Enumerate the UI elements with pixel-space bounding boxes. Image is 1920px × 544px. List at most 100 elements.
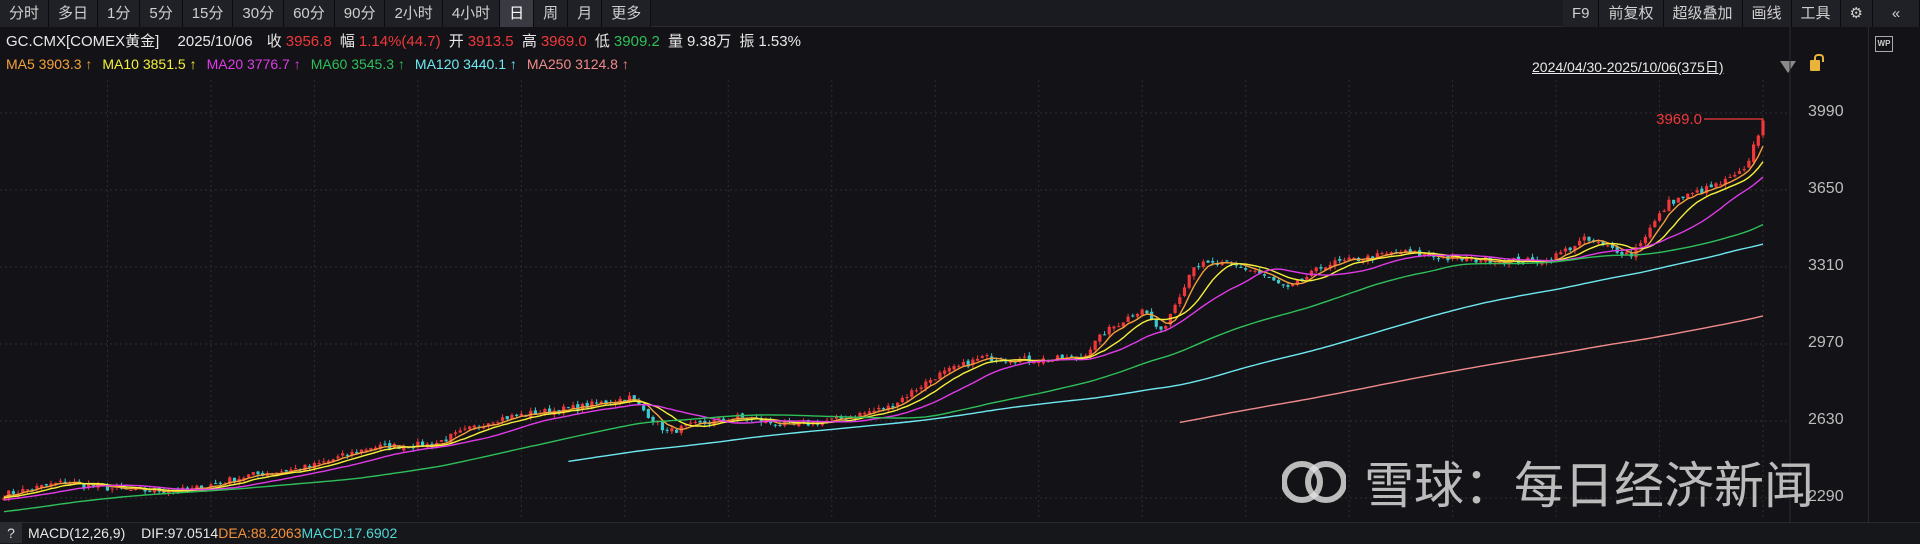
candle-body	[1338, 258, 1342, 261]
candle-body	[1182, 287, 1187, 296]
candle-body	[938, 372, 942, 380]
candle-body	[1225, 260, 1229, 262]
candle-body	[881, 408, 886, 410]
macd-value: MACD:17.6902	[301, 525, 398, 541]
candle-body	[1244, 268, 1248, 270]
candle-body	[1577, 240, 1582, 246]
candle-body	[1135, 313, 1140, 317]
candle-body	[957, 365, 961, 367]
candle-body	[289, 469, 293, 471]
candle-body	[877, 407, 881, 410]
candle-body	[1380, 253, 1384, 255]
candle-body	[1587, 236, 1591, 241]
candle-body	[458, 430, 462, 433]
candle-body	[1178, 297, 1182, 304]
candle-body	[1530, 257, 1535, 260]
watermark: 雪球：每日经济新闻	[1282, 446, 1814, 518]
y-tick-label: 3650	[1808, 180, 1844, 197]
candle-body	[1117, 326, 1121, 328]
candle-body	[58, 480, 63, 482]
candle-body	[985, 355, 989, 357]
candle-body	[773, 424, 777, 426]
candle-body	[256, 471, 260, 475]
candle-body	[1737, 171, 1742, 174]
candle-body	[952, 366, 956, 370]
candle-body	[1342, 259, 1347, 261]
candle-body	[1662, 210, 1666, 212]
candle-body	[1070, 355, 1074, 357]
candle-body	[515, 414, 519, 416]
candle-body	[1742, 168, 1746, 171]
candle-body	[1756, 135, 1760, 146]
candle-body	[980, 356, 984, 358]
candle-body	[1192, 267, 1196, 277]
macd-dea: DEA:88.2063	[218, 525, 302, 541]
candle-body	[1714, 183, 1718, 187]
candle-body	[519, 413, 523, 416]
candle-body	[1154, 319, 1158, 327]
candle-body	[1733, 174, 1737, 177]
candle-body	[383, 443, 387, 445]
candle-body	[1305, 277, 1309, 280]
candle-body	[900, 397, 904, 403]
y-tick-label: 2630	[1808, 411, 1844, 428]
candle-body	[491, 422, 495, 424]
ma120-line	[568, 243, 1764, 463]
candle-body	[1695, 190, 1699, 193]
candle-body	[1098, 334, 1102, 342]
snowball-logo-icon	[1282, 461, 1346, 503]
candle-body	[698, 420, 702, 423]
candle-body	[322, 461, 326, 463]
candle-body	[914, 390, 919, 392]
candle-body	[1681, 196, 1685, 199]
candle-body	[924, 381, 928, 389]
candle-body	[218, 482, 222, 484]
candle-body	[1657, 213, 1662, 221]
candle-body	[251, 472, 255, 475]
candle-body	[1140, 309, 1144, 315]
candle-body	[505, 416, 509, 420]
candle-body	[1281, 284, 1285, 286]
candle-body	[693, 422, 697, 424]
candle-body	[1022, 356, 1027, 358]
candle-body	[345, 454, 349, 456]
candle-body	[25, 489, 30, 491]
candle-body	[1347, 257, 1351, 260]
candle-body	[472, 425, 476, 428]
candle-body	[1131, 315, 1135, 317]
candle-body	[444, 439, 448, 442]
candle-body	[1286, 285, 1290, 287]
candle-body	[1211, 261, 1215, 263]
candle-body	[1093, 340, 1097, 350]
candle-body	[947, 367, 951, 372]
candle-body	[463, 428, 467, 430]
candle-body	[943, 370, 947, 374]
candle-body	[129, 490, 133, 492]
macd-title[interactable]: MACD(12,26,9)	[28, 525, 125, 541]
candle-body	[961, 361, 966, 366]
watermark-text: 雪球：每日经济新闻	[1364, 458, 1814, 514]
candle-body	[1639, 243, 1643, 247]
candle-body	[1479, 261, 1483, 263]
candle-body	[1253, 270, 1257, 272]
candle-body	[689, 422, 693, 424]
candle-body	[148, 490, 152, 492]
candle-body	[1145, 310, 1149, 314]
candle-body	[1107, 326, 1111, 335]
candle-body	[1686, 193, 1690, 199]
candle-body	[468, 426, 472, 430]
candlestick-chart[interactable]: 3969.0	[0, 0, 1920, 522]
candle-body	[1643, 236, 1648, 244]
candle-body	[566, 407, 570, 409]
y-tick-label: 2970	[1808, 334, 1844, 351]
candle-body	[496, 422, 500, 424]
candle-body	[44, 484, 48, 486]
candle-body	[284, 470, 288, 472]
candle-body	[1606, 245, 1610, 247]
candle-body	[1667, 199, 1671, 211]
candle-body	[674, 429, 679, 433]
candle-body	[928, 379, 933, 383]
help-button[interactable]: ?	[0, 523, 22, 543]
high-marker-arrow	[1704, 118, 1765, 129]
candle-body	[646, 409, 650, 418]
